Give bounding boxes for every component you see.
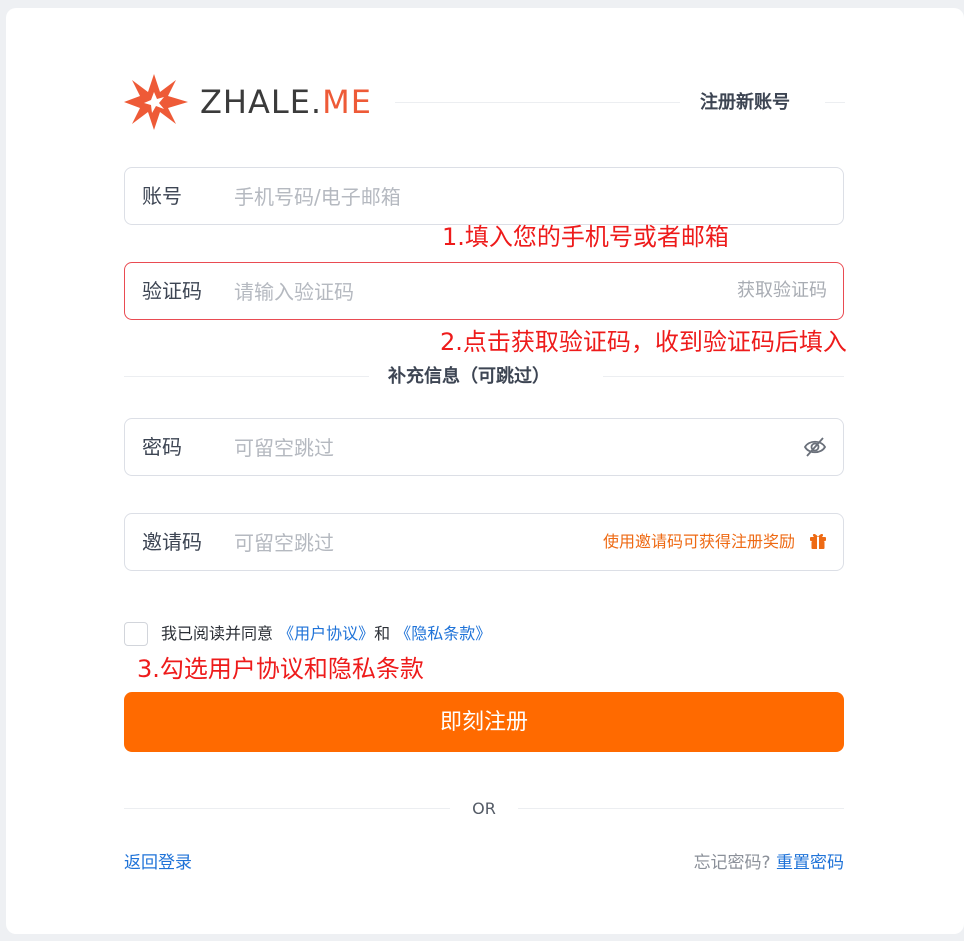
page-title: 注册新账号 [700, 92, 790, 113]
eye-off-icon[interactable] [803, 436, 827, 458]
header-divider-right [825, 102, 845, 103]
password-label: 密码 [142, 435, 182, 459]
annotation-step2: 2.点击获取验证码，收到验证码后填入 [440, 328, 847, 356]
reset-password-link[interactable]: 重置密码 [776, 853, 844, 873]
brand-name-accent: ME [322, 83, 372, 121]
agreement-and: 和 [374, 624, 391, 643]
invite-field: 邀请码 使用邀请码可获得注册奖励 [124, 513, 844, 571]
privacy-link[interactable]: 《隐私条款》 [395, 624, 491, 643]
code-field: 验证码 获取验证码 [124, 262, 844, 320]
terms-link[interactable]: 《用户协议》 [278, 624, 374, 643]
or-divider-right [518, 808, 844, 809]
forgot-password: 忘记密码? 重置密码 [694, 851, 844, 875]
agreement-checkbox[interactable] [124, 622, 148, 646]
agreement-text: 我已阅读并同意 《用户协议》和 《隐私条款》 [161, 623, 491, 645]
agreement-prefix: 我已阅读并同意 [161, 624, 274, 643]
account-input[interactable] [232, 180, 676, 214]
account-field: 账号 [124, 167, 844, 225]
account-label: 账号 [142, 184, 182, 208]
header-divider-left [395, 102, 680, 103]
password-field: 密码 [124, 418, 844, 476]
back-to-login-link[interactable]: 返回登录 [124, 851, 192, 875]
get-code-button[interactable]: 获取验证码 [737, 279, 827, 303]
forgot-password-text: 忘记密码? [693, 853, 771, 873]
register-button[interactable]: 即刻注册 [124, 692, 844, 752]
brand-logo-text: ZHALE.ME [200, 82, 372, 122]
section-divider-right [603, 376, 844, 377]
invite-input[interactable] [232, 526, 566, 560]
optional-section-title: 补充信息（可跳过） [388, 366, 550, 387]
invite-label: 邀请码 [142, 530, 202, 554]
gift-icon [810, 533, 826, 549]
code-label: 验证码 [142, 279, 202, 303]
password-input[interactable] [232, 431, 676, 465]
annotation-step3: 3.勾选用户协议和隐私条款 [137, 655, 424, 683]
annotation-step1: 1.填入您的手机号或者邮箱 [442, 223, 729, 251]
section-divider-left [124, 376, 369, 377]
or-divider-label: OR [472, 799, 496, 818]
code-input[interactable] [232, 275, 676, 309]
brand-name-main: ZHALE. [200, 83, 323, 121]
invite-reward-hint: 使用邀请码可获得注册奖励 [602, 532, 795, 551]
or-divider-left [124, 808, 450, 809]
brand-logo-icon [124, 74, 188, 130]
